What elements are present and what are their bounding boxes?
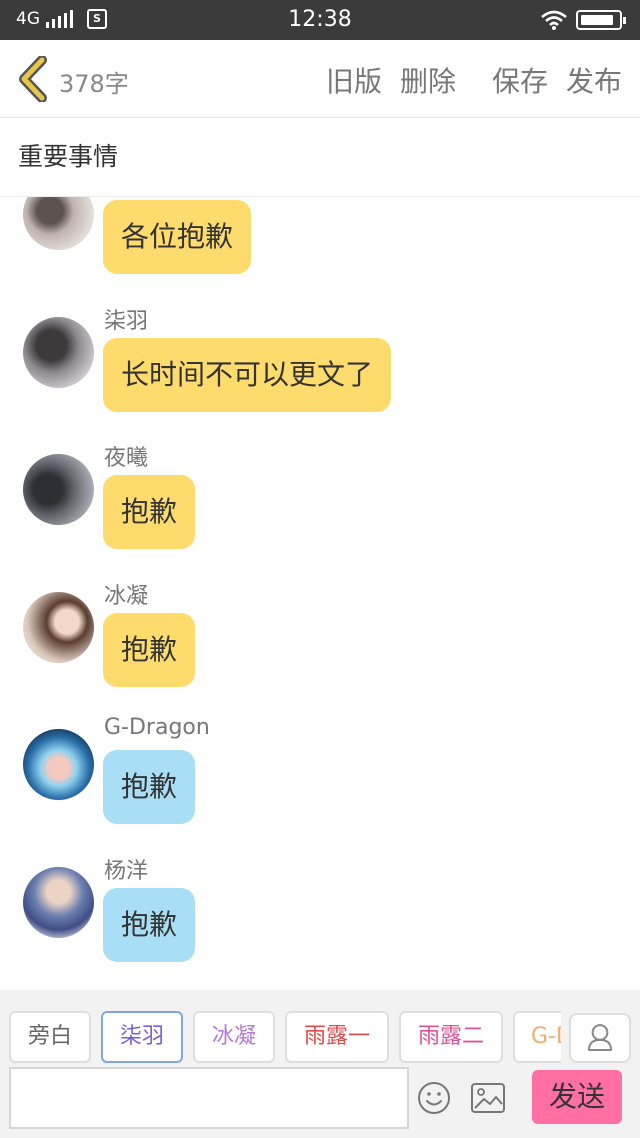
message-bubble: 抱歉	[103, 613, 196, 687]
image-icon[interactable]	[470, 1082, 506, 1114]
wifi-icon	[541, 10, 567, 30]
avatar	[23, 197, 94, 250]
message-input[interactable]	[9, 1067, 409, 1129]
sender-name: 杨洋	[104, 859, 149, 884]
character-chip-narrator[interactable]: 旁白	[9, 1011, 91, 1063]
character-chip-bingning[interactable]: 冰凝	[193, 1011, 275, 1063]
sender-name: G-Dragon	[104, 715, 210, 740]
message-item[interactable]: 柒羽 各位抱歉	[0, 197, 640, 319]
character-chip-yulu-2[interactable]: 雨露二	[399, 1011, 503, 1063]
message-bubble: 抱歉	[103, 475, 196, 549]
message-item[interactable]: 冰凝 抱歉	[0, 584, 640, 732]
old-version-button[interactable]: 旧版	[326, 60, 382, 100]
character-chips[interactable]: 旁白 柒羽 冰凝 雨露一 雨露二 G-D	[9, 1011, 561, 1063]
message-item[interactable]: 杨洋 抱歉	[0, 859, 640, 990]
sender-name: 夜曦	[104, 446, 149, 471]
avatar	[23, 867, 94, 938]
battery-icon	[576, 10, 626, 30]
character-chip-gd[interactable]: G-D	[513, 1011, 561, 1063]
composer-panel: 旁白 柒羽 冰凝 雨露一 雨露二 G-D 发送	[0, 990, 640, 1138]
person-icon[interactable]	[569, 1013, 631, 1063]
story-title: 重要事情	[18, 142, 119, 171]
message-list[interactable]: 柒羽 各位抱歉 柒羽 长时间不可以更文了 夜曦 抱歉 冰凝 抱歉 G-Drago…	[0, 197, 640, 990]
avatar	[23, 454, 94, 525]
word-count: 378字	[59, 70, 129, 98]
message-item[interactable]: 夜曦 抱歉	[0, 446, 640, 594]
message-bubble: 各位抱歉	[103, 200, 252, 274]
status-bar: 4G S 12:38	[0, 0, 640, 40]
send-button[interactable]: 发送	[532, 1070, 622, 1124]
message-bubble: 长时间不可以更文了	[103, 338, 392, 412]
message-bubble: 抱歉	[103, 750, 196, 824]
message-bubble: 抱歉	[103, 888, 196, 962]
avatar	[23, 317, 94, 388]
smiley-icon[interactable]	[417, 1081, 451, 1115]
editor-toolbar: 378字 旧版 删除 保存 发布	[0, 40, 640, 118]
avatar	[23, 729, 94, 800]
publish-button[interactable]: 发布	[566, 60, 622, 100]
status-right	[540, 10, 626, 30]
battery-fill	[581, 15, 613, 25]
sender-name: 柒羽	[104, 309, 149, 334]
sender-name: 冰凝	[104, 584, 149, 609]
toolbar-actions: 旧版 删除 保存 发布	[308, 60, 622, 100]
title-row[interactable]: 重要事情	[0, 119, 640, 197]
message-item[interactable]: 柒羽 长时间不可以更文了	[0, 309, 640, 457]
save-button[interactable]: 保存	[492, 60, 548, 100]
character-chip-yulu-1[interactable]: 雨露一	[285, 1011, 389, 1063]
character-chip-qiyu[interactable]: 柒羽	[101, 1011, 183, 1063]
chevron-left-icon[interactable]	[14, 56, 54, 102]
avatar	[23, 592, 94, 663]
message-item[interactable]: G-Dragon 抱歉	[0, 715, 640, 869]
delete-button[interactable]: 删除	[400, 60, 456, 100]
